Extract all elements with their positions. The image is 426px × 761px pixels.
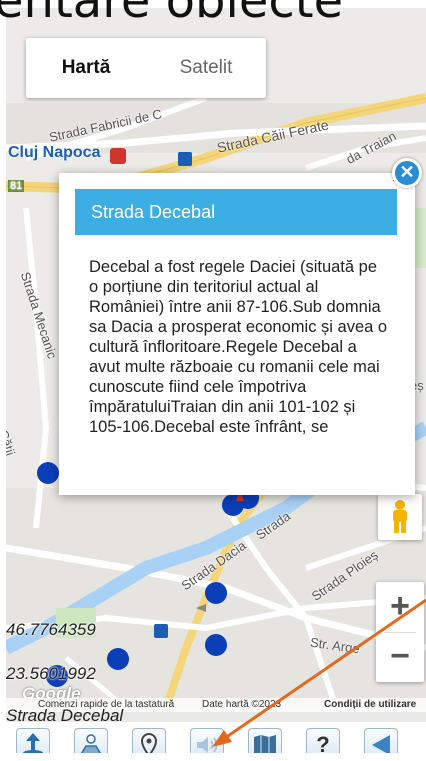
- location-pin-button[interactable]: [132, 728, 166, 753]
- location-pin-icon: [140, 733, 158, 753]
- zoom-control: + −: [376, 582, 424, 682]
- upload-pin-icon: [23, 733, 43, 753]
- map-type-satellite-button[interactable]: Satelit: [146, 38, 266, 98]
- latitude-readout: 46.7764359: [6, 620, 96, 639]
- map-label-road-81: 81: [8, 180, 25, 192]
- map-book-button[interactable]: [248, 728, 282, 753]
- info-window: Strada Decebal Decebal a fost regele Dac…: [59, 173, 415, 495]
- person-map-button[interactable]: [74, 728, 108, 753]
- zoom-divider: [384, 632, 416, 633]
- terms-link[interactable]: Condiții de utilizare: [324, 698, 416, 712]
- help-button[interactable]: ?: [306, 728, 340, 753]
- bottom-toolbar: ?: [6, 722, 426, 753]
- close-circle-icon[interactable]: ✕: [392, 158, 422, 188]
- person-map-icon: [80, 734, 102, 753]
- info-window-title: Strada Decebal: [75, 189, 397, 235]
- info-window-body[interactable]: Decebal a fost regele Daciei (situată pe…: [89, 257, 389, 469]
- back-icon: [372, 735, 390, 753]
- map-data-text: Date hartă ©2023: [202, 699, 282, 710]
- map-book-icon: [254, 735, 276, 753]
- map-type-map-button[interactable]: Hartă: [26, 38, 146, 98]
- map-type-toggle: Hartă Satelit: [26, 38, 266, 98]
- app-screen: Strada Fabricii de C Strada Căii Ferate …: [6, 8, 426, 753]
- pegman-icon: [393, 500, 407, 533]
- page-heading-cropped: entare obiecte: [0, 0, 344, 29]
- zoom-in-button[interactable]: +: [376, 582, 424, 632]
- street-view-pegman-button[interactable]: [378, 494, 422, 540]
- speaker-button[interactable]: [190, 728, 224, 753]
- longitude-readout: 23.5601992: [6, 664, 96, 683]
- speaker-icon: [197, 737, 218, 753]
- zoom-out-button[interactable]: −: [376, 632, 424, 682]
- help-icon: ?: [316, 732, 330, 753]
- upload-pin-button[interactable]: [16, 728, 50, 753]
- current-street-label: Strada Decebal: [6, 706, 124, 725]
- back-button[interactable]: [364, 728, 398, 753]
- map-label-cluj-napoca: Cluj Napoca: [8, 144, 101, 161]
